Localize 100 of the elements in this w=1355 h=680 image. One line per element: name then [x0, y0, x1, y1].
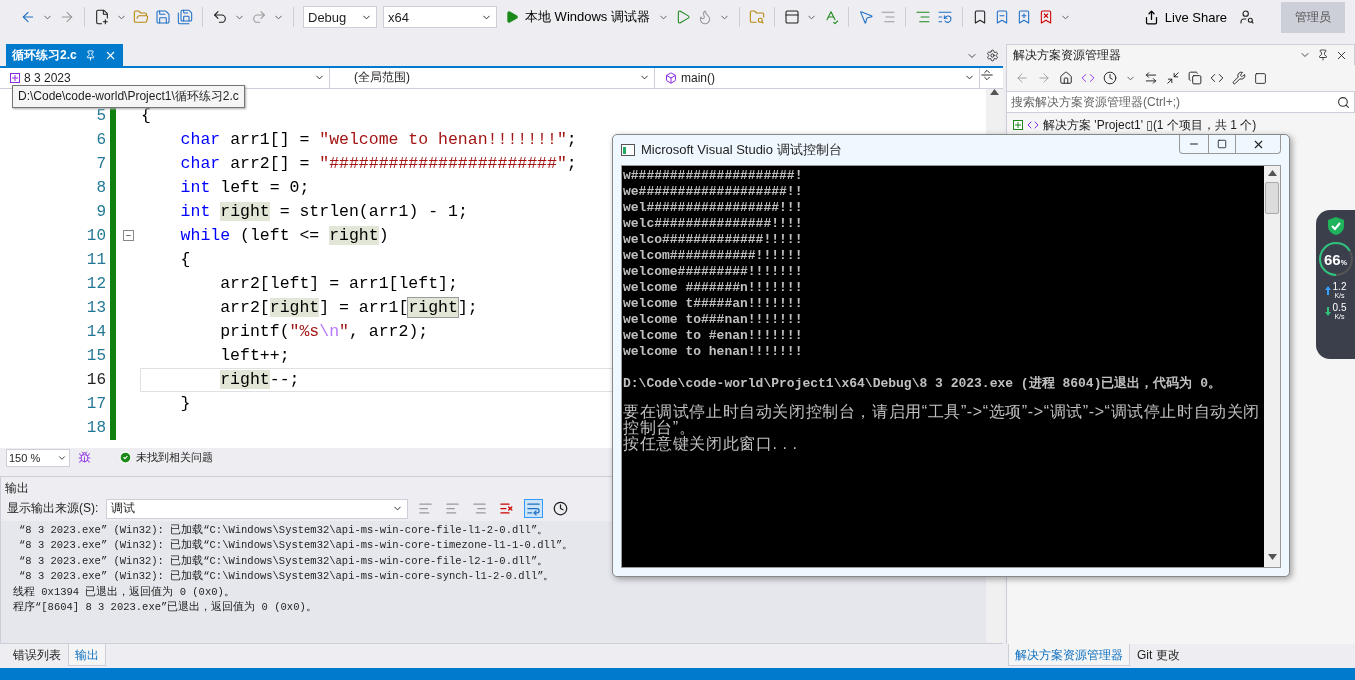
platform-dropdown[interactable]: x64	[383, 6, 497, 28]
line-number: 6	[95, 130, 107, 149]
console-icon	[621, 144, 635, 156]
scroll-up-icon[interactable]	[1267, 170, 1277, 176]
window-icon[interactable]	[783, 9, 800, 25]
list-icon[interactable]	[936, 9, 953, 25]
forward-icon[interactable]	[59, 9, 75, 25]
home-icon[interactable]	[1059, 71, 1073, 85]
output-line: 程序“[8604] 8 3 2023.exe”已退出，返回值为 0 (0x0)。	[12, 600, 318, 616]
panel-tab[interactable]: 错误列表	[6, 644, 68, 667]
wrench-icon[interactable]	[1232, 71, 1246, 85]
collapse-icon[interactable]	[1166, 71, 1180, 85]
user-search-icon[interactable]	[1239, 9, 1255, 25]
scope-dropdown[interactable]: (全局范围)	[330, 68, 655, 88]
console-message: 按任意键关闭此窗口. . .	[623, 436, 799, 452]
run-button[interactable]: 本地 Windows 调试器	[503, 8, 652, 26]
line-number: 17	[85, 394, 107, 413]
folder-icon[interactable]	[133, 9, 149, 25]
output-line: “8 3 2023.exe” (Win32): 已加载“C:\Windows\System32\api-ms-win-core-synch-l1-2-0.dll”。	[18, 569, 556, 585]
indent-icon[interactable]	[914, 9, 931, 25]
console-line: welco#############!!!!!	[623, 232, 804, 248]
source-label: 显示输出来源(S):	[7, 500, 99, 518]
panel-title: 解决方案资源管理器	[1013, 46, 1121, 64]
project-icon[interactable]	[10, 72, 20, 83]
code-line: arr2[left] = arr1[left];	[219, 272, 459, 295]
line-number: 14	[85, 322, 107, 341]
folder-search-icon[interactable]	[748, 9, 765, 25]
expand-icon[interactable]	[1013, 120, 1023, 130]
tree-item[interactable]: 解决方案 'Project1' ▯(1 个项目，共 1 个)	[1007, 115, 1355, 135]
code-line: }	[179, 392, 192, 415]
source-dropdown[interactable]: 调试	[106, 498, 409, 519]
member-dropdown[interactable]: main()	[655, 68, 980, 88]
code-line: printf("%s\n", arr2);	[219, 320, 430, 343]
save-all-icon[interactable]	[177, 9, 193, 25]
preview-icon[interactable]	[1254, 71, 1267, 85]
output-line: “8 3 2023.exe” (Win32): 已加载“C:\Windows\System32\api-ms-win-core-file-l2-1-0.dll”。	[18, 553, 550, 569]
console-line: we###################!!	[623, 184, 804, 200]
code-line: while (left <= right)	[179, 224, 390, 247]
pin-icon[interactable]	[1317, 48, 1329, 62]
check-icon	[119, 451, 132, 465]
upload-speed: 1.2	[1332, 282, 1347, 292]
redo-icon[interactable]	[251, 9, 267, 25]
line-number: 11	[85, 250, 107, 269]
code-line: left++;	[219, 344, 291, 367]
line-number: 7	[95, 154, 107, 173]
clock-icon[interactable]	[1103, 71, 1117, 85]
new-file-icon[interactable]	[94, 9, 110, 25]
copy-icon[interactable]	[1188, 71, 1202, 85]
console-line: w#####################!	[623, 168, 804, 184]
up-arrow-icon	[1324, 286, 1331, 295]
code-icon[interactable]	[1210, 71, 1224, 85]
code-line: char arr2[] = "#######################";	[179, 152, 578, 175]
live-share-button[interactable]: Live Share	[1137, 8, 1233, 26]
configuration-dropdown[interactable]: Debug	[303, 6, 377, 28]
scroll-thumb[interactable]	[1265, 182, 1279, 214]
output-line: “8 3 2023.exe” (Win32): 已加载“C:\Windows\System32\api-ms-win-core-timezone-l1-1-0.dll”。	[18, 538, 575, 554]
line-number: 8	[95, 178, 107, 197]
cube-icon	[665, 71, 677, 84]
play-icon	[505, 10, 519, 24]
bug-icon[interactable]	[78, 451, 91, 465]
maximize-icon	[1217, 139, 1227, 149]
code-line: {	[179, 248, 192, 271]
undo-icon[interactable]	[212, 9, 228, 25]
panel-tab[interactable]: 输出	[68, 644, 106, 667]
line-number: 16	[85, 370, 107, 389]
download-speed: 0.5	[1332, 303, 1347, 313]
document-tab[interactable]: 循环练习2.c	[6, 44, 123, 66]
pointer-icon[interactable]	[857, 9, 874, 25]
solution-icon	[1027, 119, 1039, 131]
search-icon[interactable]	[1337, 95, 1350, 109]
project-icon[interactable]	[1081, 71, 1095, 85]
console-line: welcome #######n!!!!!!!	[623, 280, 804, 296]
admin-badge: 管理员	[1281, 1, 1345, 33]
line-number: 13	[85, 298, 107, 317]
panel-tab[interactable]: Git 更改	[1130, 644, 1187, 666]
collapse-toggle[interactable]	[122, 230, 134, 242]
console-line: welcome to###nan!!!!!!!	[623, 312, 804, 328]
back-icon[interactable]	[1015, 71, 1029, 85]
console-line: welcome to henan!!!!!!!	[623, 344, 804, 360]
scroll-down-icon[interactable]	[1267, 554, 1277, 560]
down-arrow-icon	[1324, 307, 1331, 316]
console-message: 要在调试停止时自动关闭控制台，请启用“工具”->“选项”->“调试”->“调试停止时自动关闭控制台”。	[623, 404, 1261, 436]
save-icon[interactable]	[155, 9, 171, 25]
console-line: wel#################!!!	[623, 200, 804, 216]
search-field[interactable]: 搜索解决方案资源管理器(Ctrl+;)	[1006, 91, 1355, 113]
panel-tab[interactable]: 解决方案资源管理器	[1008, 644, 1130, 666]
scrollbar[interactable]	[1264, 166, 1280, 567]
code-line: arr2[right] = arr1[right];	[219, 296, 479, 319]
issues-text: 未找到相关问题	[136, 450, 213, 466]
code-line: char arr1[] = "welcome to henan!!!!!!!";	[179, 128, 578, 151]
output-line: 线程 0x1394 已退出，返回值为 0 (0x0)。	[12, 584, 236, 600]
file-path-tooltip: D:\Code\code-world\Project1\循环练习2.c	[12, 84, 245, 108]
sync-icon[interactable]	[1144, 71, 1158, 85]
settings-icon[interactable]	[986, 49, 999, 62]
back-icon[interactable]	[20, 9, 36, 25]
forward-icon[interactable]	[1037, 71, 1051, 85]
word-wrap-icon[interactable]	[524, 499, 544, 519]
zoom-dropdown[interactable]: 150 %	[6, 448, 70, 467]
line-number: 5	[95, 106, 107, 125]
output-line: “8 3 2023.exe” (Win32): 已加载“C:\Windows\System32\api-ms-win-core-file-l1-2-0.dll”。	[18, 522, 550, 538]
